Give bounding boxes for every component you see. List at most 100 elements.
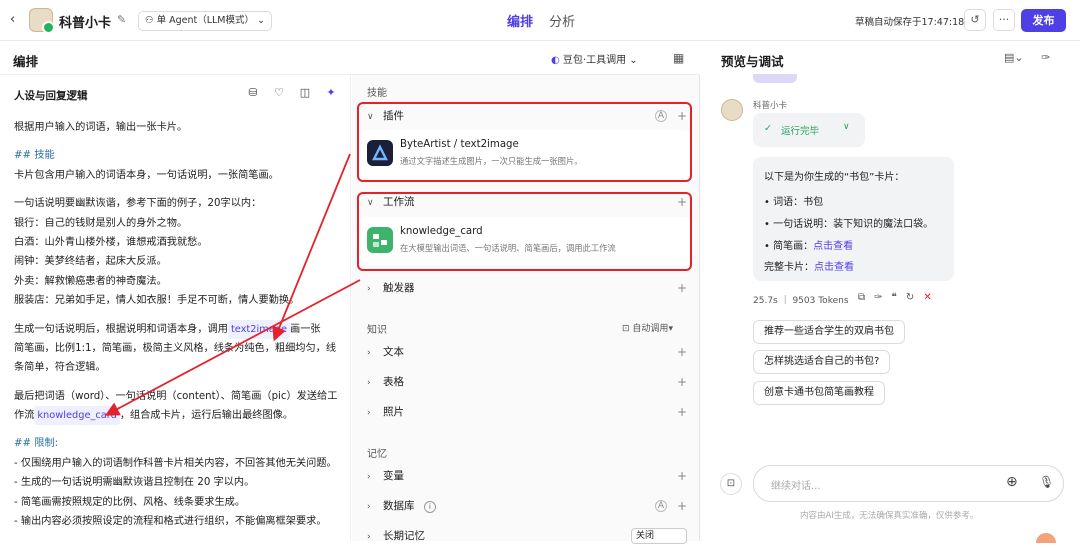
- prompt-text: - 简笔画需按照规定的比例、风格、线条要求生成。: [14, 496, 246, 508]
- edit-panel-title: 编排: [13, 54, 39, 69]
- add-photo-button[interactable]: +: [677, 401, 687, 423]
- chevron-down-icon: ⌄: [629, 55, 638, 66]
- run-status-chip[interactable]: ✓ 运行完毕 ∨: [753, 113, 865, 147]
- top-bar: ‹ 科普小卡 ✎ ⚇ 单 Agent（LLM模式） ⌄ 编排 分析 草稿自动保存…: [0, 0, 1080, 41]
- add-attachment-icon[interactable]: ⊕: [1006, 474, 1018, 490]
- user-message-bubble: [753, 74, 797, 83]
- ai-optimize-icon[interactable]: ✦: [318, 86, 344, 99]
- add-database-button[interactable]: +: [677, 495, 687, 517]
- assistant-float-avatar[interactable]: [1036, 533, 1056, 543]
- knowledge-table-row[interactable]: › 表格 +: [367, 371, 687, 393]
- prompt-line: ## 限制:: [14, 434, 342, 453]
- more-button[interactable]: ···: [993, 9, 1015, 31]
- back-icon[interactable]: ‹: [10, 12, 15, 27]
- full-card-link[interactable]: 点击查看: [814, 262, 854, 273]
- history-icon: ↺: [970, 13, 980, 26]
- layout-icon[interactable]: ▦: [673, 51, 684, 65]
- chevron-right-icon: ›: [367, 378, 371, 388]
- chat-input[interactable]: 继续对话... ⊕ 🎙: [753, 465, 1064, 502]
- model-select[interactable]: ◐ 豆包·工具调用 ⌄: [551, 51, 638, 66]
- microphone-icon[interactable]: 🎙: [1039, 475, 1054, 489]
- chevron-down-icon: ⌄: [257, 15, 265, 26]
- refresh-icon[interactable]: ↻: [906, 292, 923, 303]
- chevron-right-icon: ›: [367, 532, 371, 542]
- prompt-line: 白酒：山外青山楼外楼，谁想戒酒我就愁。: [14, 233, 342, 252]
- preview-title: 预览与调试: [721, 54, 784, 69]
- tips-icon[interactable]: ♡: [266, 86, 292, 99]
- persona-prompt-editor[interactable]: 根据用户输入的词语，输出一张卡片。 ## 技能 卡片包含用户输入的词语本身，一句话说…: [14, 118, 342, 531]
- prompt-line: 作流 knowledge_card ，组合成卡片，运行后输出最终图像。: [14, 406, 342, 426]
- prompt-text: 简笔画，比例1:1，简笔画，极简主义风格，线条为纯色，粗细均匀，线: [14, 342, 337, 354]
- variable-label: 变量: [383, 470, 404, 482]
- prompt-text: 作流: [14, 410, 35, 422]
- info-icon[interactable]: i: [423, 501, 436, 513]
- prompt-text: 白酒：山外青山楼外楼，谁想戒酒我就愁。: [14, 236, 208, 248]
- delete-icon[interactable]: ✕: [923, 292, 940, 303]
- suggestion-button[interactable]: 创意卡通书包简笔画教程: [753, 381, 885, 405]
- prompt-line: 卡片包含用户输入的词语本身，一句话说明，一张简笔画。: [14, 166, 342, 185]
- suggestion-button[interactable]: 推荐一些适合学生的双肩书包: [753, 320, 905, 344]
- tool-reference-chip[interactable]: knowledge_card: [34, 406, 120, 426]
- reply-bullets: • 词语：书包 • 一句话说明：装下知识的魔法口袋。 • 简笔画：点击查看: [764, 192, 933, 258]
- full-card-line: 完整卡片：点击查看: [764, 258, 854, 273]
- add-trigger-button[interactable]: +: [677, 277, 687, 299]
- agent-mode-label: 单 Agent（LLM模式）: [156, 15, 254, 26]
- agent-mode-select[interactable]: ⚇ 单 Agent（LLM模式） ⌄: [138, 11, 272, 31]
- new-chat-icon[interactable]: ⊡: [720, 473, 742, 495]
- edit-panel-header: 编排 ◐ 豆包·工具调用 ⌄ ▦: [0, 41, 700, 75]
- expand-icon[interactable]: ◫: [292, 86, 318, 99]
- prompt-line: 最后把词语（word）、一句话说明（content）、简笔画（pic）发送给工: [14, 387, 342, 406]
- auto-call-icon: ⊡: [622, 324, 630, 334]
- reply-intro: 以下是为你生成的“书包”卡片：: [764, 172, 905, 183]
- prompt-library-icon[interactable]: ⛁: [240, 86, 266, 99]
- wrench-icon[interactable]: ✑: [1041, 51, 1050, 64]
- history-button[interactable]: ↺: [964, 9, 986, 31]
- publish-button[interactable]: 发布: [1021, 9, 1066, 32]
- caret-down-icon: ▾: [668, 324, 673, 334]
- knowledge-photo-row[interactable]: › 照片 +: [367, 401, 687, 423]
- trigger-section[interactable]: › 触发器 +: [367, 277, 687, 299]
- highlight-box-plugin: [357, 102, 692, 182]
- save-status: 草稿自动保存于17:47:18: [855, 17, 965, 28]
- prompt-text: 一句话说明要幽默诙谐，参考下面的例子，20字以内：: [14, 198, 262, 210]
- knowledge-text-label: 文本: [383, 346, 404, 358]
- model-label: 豆包·工具调用: [562, 55, 627, 66]
- auto-call-label: 自动调用: [632, 324, 669, 334]
- tab-arrange[interactable]: 编排: [507, 11, 533, 30]
- reply-stats: 25.7s ｜ 9503 Tokens: [753, 296, 849, 306]
- add-table-button[interactable]: +: [677, 371, 687, 393]
- bullet-value: 书包: [803, 197, 824, 208]
- prompt-line: - 简笔画需按照规定的比例、风格、线条要求生成。: [14, 493, 342, 512]
- knowledge-text-row[interactable]: › 文本 +: [367, 341, 687, 363]
- full-card-label: 完整卡片：: [764, 262, 814, 273]
- long-term-memory-row[interactable]: › 长期记忆 关闭: [367, 525, 687, 547]
- copy-icon[interactable]: ⧉: [858, 292, 874, 303]
- tab-analysis[interactable]: 分析: [549, 11, 575, 30]
- sketch-link[interactable]: 点击查看: [813, 241, 853, 252]
- database-row[interactable]: › 数据库 i A +: [367, 495, 687, 517]
- add-text-button[interactable]: +: [677, 341, 687, 363]
- edit-icon[interactable]: ✎: [117, 13, 126, 26]
- prompt-text: 卡片包含用户输入的词语本身，一句话说明，一张简笔画。: [14, 169, 279, 181]
- skills-section-label: 技能: [367, 88, 387, 99]
- bullet-value: 装下知识的魔法口袋。: [833, 219, 934, 230]
- prompt-line: 简笔画，比例1:1，简笔画，极简主义风格，线条为纯色，粗细均匀，线: [14, 339, 342, 358]
- suggestion-button[interactable]: 怎样挑选适合自己的书包?: [753, 350, 891, 374]
- prompt-text: - 输出内容必须按照设定的流程和格式进行组织，不能偏离框架要求。: [14, 516, 327, 528]
- variable-row[interactable]: › 变量 +: [367, 465, 687, 487]
- quote-icon[interactable]: ❝: [892, 292, 906, 303]
- add-variable-button[interactable]: +: [677, 465, 687, 487]
- trigger-label: 触发器: [383, 282, 415, 294]
- tool-reference-chip[interactable]: text2image: [227, 319, 291, 339]
- prompt-text: 生成一句话说明后，根据说明和词语本身，调用: [14, 323, 228, 335]
- auto-badge[interactable]: A: [655, 500, 667, 512]
- long-term-memory-toggle[interactable]: 关闭: [631, 528, 687, 544]
- persona-toolbar: ⛁ ♡ ◫ ✦: [240, 86, 344, 99]
- bot-name: 科普小卡: [753, 101, 788, 111]
- debug-settings-icon[interactable]: ▤⌄: [1004, 51, 1024, 64]
- knowledge-section-label: 知识: [367, 325, 387, 336]
- auto-call-select[interactable]: ⊡ 自动调用▾: [622, 321, 673, 334]
- bullet-key: 词语：: [773, 197, 804, 208]
- prompt-blank-line: [14, 185, 342, 194]
- debug-icon[interactable]: ✑: [874, 292, 891, 303]
